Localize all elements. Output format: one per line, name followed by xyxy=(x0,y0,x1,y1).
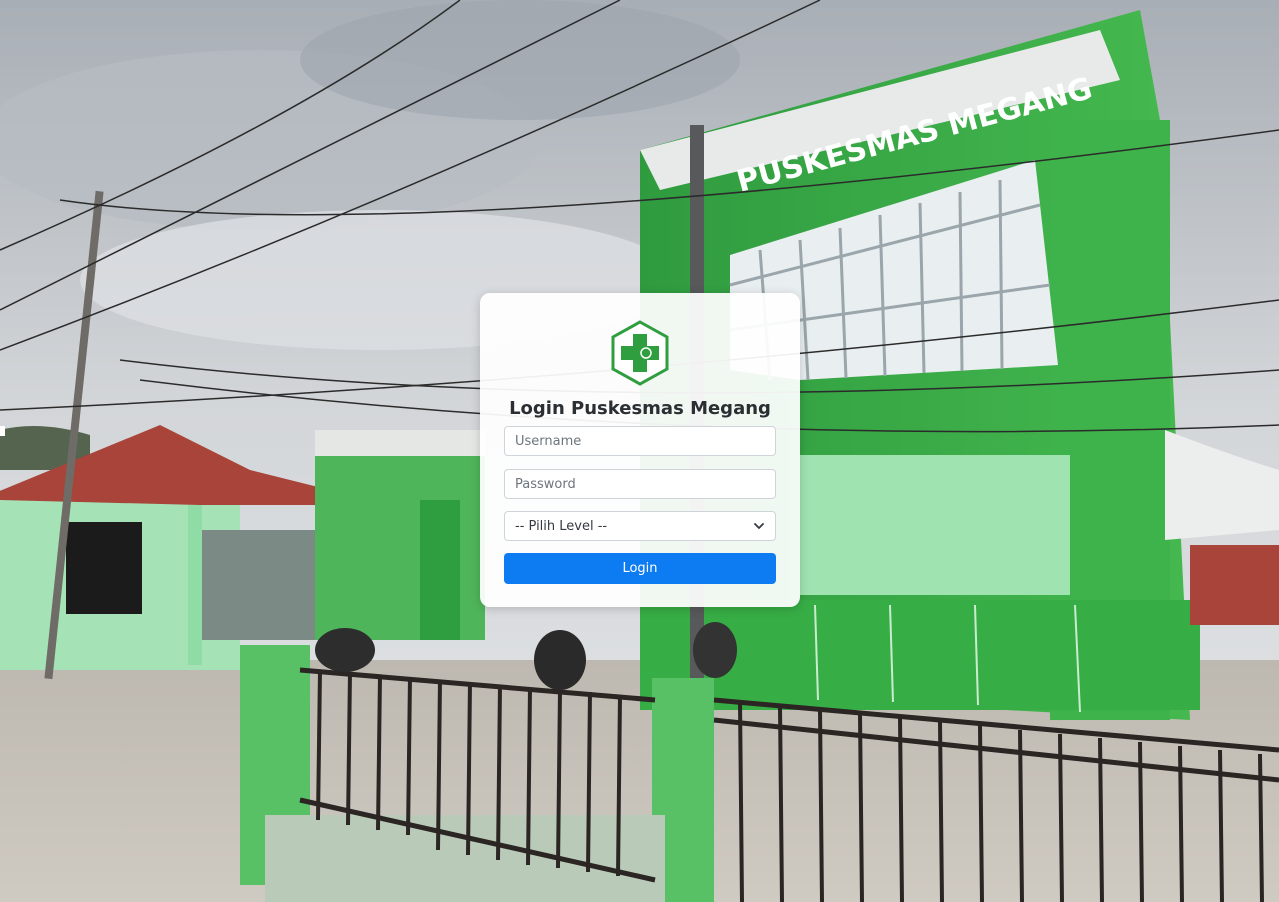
edge-marker xyxy=(0,426,5,436)
page-title: Login Puskesmas Megang xyxy=(509,398,771,419)
chevron-down-icon xyxy=(754,523,764,529)
login-page: PUSKESMAS MEGANG Login Puskesmas Megang … xyxy=(0,0,1279,902)
login-button[interactable]: Login xyxy=(504,553,776,584)
username-input[interactable] xyxy=(504,426,776,456)
password-input[interactable] xyxy=(504,469,776,499)
level-select-value: -- Pilih Level -- xyxy=(515,518,608,534)
puskesmas-logo-icon xyxy=(611,320,669,386)
login-card: Login Puskesmas Megang -- Pilih Level --… xyxy=(480,293,800,607)
level-select[interactable]: -- Pilih Level -- xyxy=(504,511,776,541)
